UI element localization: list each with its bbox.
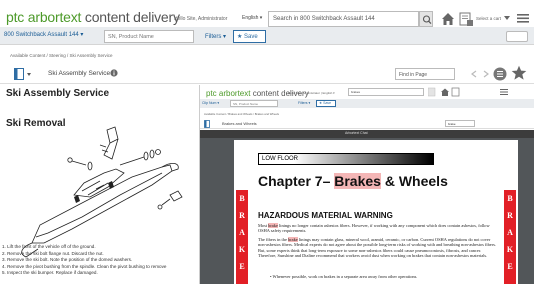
find-previous-button[interactable] xyxy=(470,70,478,78)
language-dropdown[interactable]: English ▾ xyxy=(242,15,262,21)
content-heading: Ski Assembly Service xyxy=(6,88,110,99)
section-title: Ski Assembly Service xyxy=(48,70,111,77)
embedded-header-icons xyxy=(427,87,528,97)
cart-button[interactable] xyxy=(458,10,474,28)
brake-tab-right: B R A K E xyxy=(504,190,516,284)
list-item: 1. Lift the front of the vehicle off of … xyxy=(2,244,96,249)
chevron-down-icon xyxy=(504,16,510,20)
search-icon xyxy=(427,87,436,97)
book-icon xyxy=(14,68,31,80)
search-icon xyxy=(422,15,432,25)
list-item: 2. Remove the ski bolt flange nut. Disca… xyxy=(2,250,104,256)
home-icon xyxy=(441,88,449,96)
info-button[interactable] xyxy=(110,69,118,77)
list-item: 3. Remove the ski bolt. Note the positio… xyxy=(2,257,133,263)
hazard-paragraph-1: Most brake linings no longer contain asb… xyxy=(258,223,490,234)
info-icon xyxy=(110,69,118,77)
toc-toggle-button[interactable] xyxy=(14,68,31,80)
pdf-title: Arbortext Chat xyxy=(345,131,368,135)
view-toggle[interactable] xyxy=(506,31,528,42)
embedded-user-greeting[interactable]: Hello Site, Administrator | English ▾ xyxy=(288,91,335,95)
list-item: 4. Remove the pivot bushing from the spi… xyxy=(2,263,167,269)
embedded-search-input[interactable]: brakes xyxy=(348,88,424,96)
search-highlight: brake xyxy=(268,223,278,228)
document-button[interactable] xyxy=(493,66,507,82)
home-icon xyxy=(442,13,454,25)
embedded-breadcrumb[interactable]: Available Content / Brakes and Wheels / … xyxy=(204,112,279,116)
chevron-right-icon xyxy=(483,70,489,78)
hazard-paragraph-2: The fibers in the brake linings may cont… xyxy=(258,237,497,259)
product-name-input[interactable]: SN, Product Name xyxy=(104,30,194,43)
save-button[interactable]: ★ Save xyxy=(233,30,266,43)
search-input[interactable]: Search in 800 Switchback Assault 144 xyxy=(268,11,419,27)
embedded-toc-toggle[interactable] xyxy=(204,120,216,128)
model-selector[interactable]: 800 Switchback Assault 144 ▾ xyxy=(4,31,83,38)
app-logo[interactable]: ptc arbortext content delivery xyxy=(6,9,180,25)
hazard-heading: HAZARDOUS MATERIAL WARNING xyxy=(258,211,393,220)
user-greeting[interactable]: Hello Site, Administrator xyxy=(174,16,227,22)
chevron-left-icon xyxy=(471,70,477,78)
filters-dropdown[interactable]: Filters ▾ xyxy=(205,33,226,40)
search-button[interactable] xyxy=(419,11,433,27)
brake-tab-left: B R A K E xyxy=(236,190,248,284)
breadcrumb[interactable]: Available Content / Steering / Ski Assem… xyxy=(10,53,112,58)
star-icon xyxy=(511,65,527,80)
cart-dropdown[interactable] xyxy=(503,14,511,22)
hazard-bullet: • Whenever possible, work on brakes in a… xyxy=(270,274,418,279)
document-icon xyxy=(493,67,507,81)
favorite-button[interactable] xyxy=(511,65,527,81)
find-in-page-input[interactable]: Find in Page xyxy=(395,68,455,80)
hamburger-icon xyxy=(517,14,529,23)
home-button[interactable] xyxy=(440,10,456,28)
embedded-section-title: Brakes and Wheels xyxy=(222,121,257,126)
cart-icon xyxy=(459,12,473,26)
low-floor-label: LOW FLOOR xyxy=(262,156,299,162)
embedded-find-input[interactable]: brake xyxy=(445,120,475,127)
book-icon xyxy=(204,120,210,128)
embedded-product-name-input[interactable]: SN, Product Name xyxy=(230,100,278,107)
removal-steps-list: 1. Lift the front of the vehicle off of … xyxy=(2,244,198,277)
search-highlight: Brakes xyxy=(334,173,381,189)
cart-icon xyxy=(451,87,460,97)
chapter-title: Chapter 7– Brakes & Wheels xyxy=(258,173,448,189)
main-menu-button[interactable] xyxy=(517,12,529,24)
embedded-model-selector[interactable]: Clip Num ▾ xyxy=(202,101,219,105)
list-item: 5. Inspect the ski bumper. Replace if da… xyxy=(2,270,98,276)
hamburger-icon xyxy=(500,89,508,90)
search-highlight: brake xyxy=(288,237,298,242)
embedded-filters-dropdown[interactable]: Filters ▾ xyxy=(298,101,310,105)
find-next-button[interactable] xyxy=(482,70,490,78)
embedded-save-button[interactable]: ★ Save xyxy=(316,100,336,107)
